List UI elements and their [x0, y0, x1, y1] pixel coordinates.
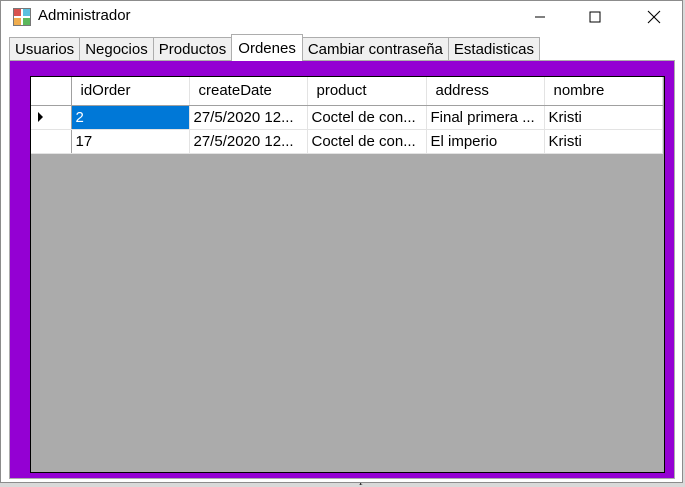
tab-productos[interactable]: Productos [152, 37, 233, 61]
current-row-arrow-icon [38, 112, 43, 122]
row-header[interactable] [31, 129, 72, 154]
table-cell[interactable]: 2 [71, 105, 190, 130]
tab-cambiar-contrasena[interactable]: Cambiar contraseña [301, 37, 449, 61]
table-cell[interactable]: Coctel de con... [307, 105, 427, 130]
tab-estadisticas[interactable]: Estadisticas [447, 37, 540, 61]
table-cell[interactable]: 27/5/2020 12... [189, 105, 308, 130]
close-icon [647, 10, 661, 23]
column-header-nombre[interactable]: nombre [544, 77, 663, 106]
tab-usuarios[interactable]: Usuarios [9, 37, 81, 61]
minimize-button[interactable] [517, 1, 563, 32]
table-cell[interactable]: Final primera ... [426, 105, 545, 130]
row-header[interactable] [31, 105, 72, 130]
orders-data-grid[interactable]: idOrder createDate product address nombr… [30, 76, 665, 473]
window-title: Administrador [38, 7, 131, 24]
tab-ordenes[interactable]: Ordenes [231, 34, 303, 61]
administrador-window: Administrador Usuarios Negocios Producto… [0, 0, 683, 483]
minimize-icon [535, 16, 545, 17]
top-left-header-cell[interactable] [31, 77, 72, 106]
column-header-idorder[interactable]: idOrder [71, 77, 190, 106]
table-row[interactable]: 17 27/5/2020 12... Coctel de con... El i… [31, 129, 663, 154]
column-header-address[interactable]: address [426, 77, 545, 106]
maximize-button[interactable] [572, 1, 618, 32]
table-cell[interactable]: Coctel de con... [307, 129, 427, 154]
table-row[interactable]: 2 27/5/2020 12... Coctel de con... Final… [31, 105, 663, 130]
column-header-createdate[interactable]: createDate [189, 77, 308, 106]
title-bar[interactable]: Administrador [1, 1, 682, 32]
orders-table: idOrder createDate product address nombr… [31, 77, 663, 154]
app-icon [13, 8, 31, 26]
table-cell[interactable]: 17 [71, 129, 190, 154]
maximize-icon [589, 11, 601, 22]
table-cell[interactable]: El imperio [426, 129, 545, 154]
column-header-row: idOrder createDate product address nombr… [31, 77, 663, 106]
table-cell[interactable]: Kristi [544, 105, 663, 130]
table-cell[interactable]: Kristi [544, 129, 663, 154]
column-header-product[interactable]: product [307, 77, 427, 106]
table-cell[interactable]: 27/5/2020 12... [189, 129, 308, 154]
tab-strip: Usuarios Negocios Productos Ordenes Camb… [9, 34, 540, 61]
close-button[interactable] [631, 1, 677, 32]
tab-negocios[interactable]: Negocios [79, 37, 154, 61]
ordenes-tab-page: idOrder createDate product address nombr… [9, 60, 675, 479]
